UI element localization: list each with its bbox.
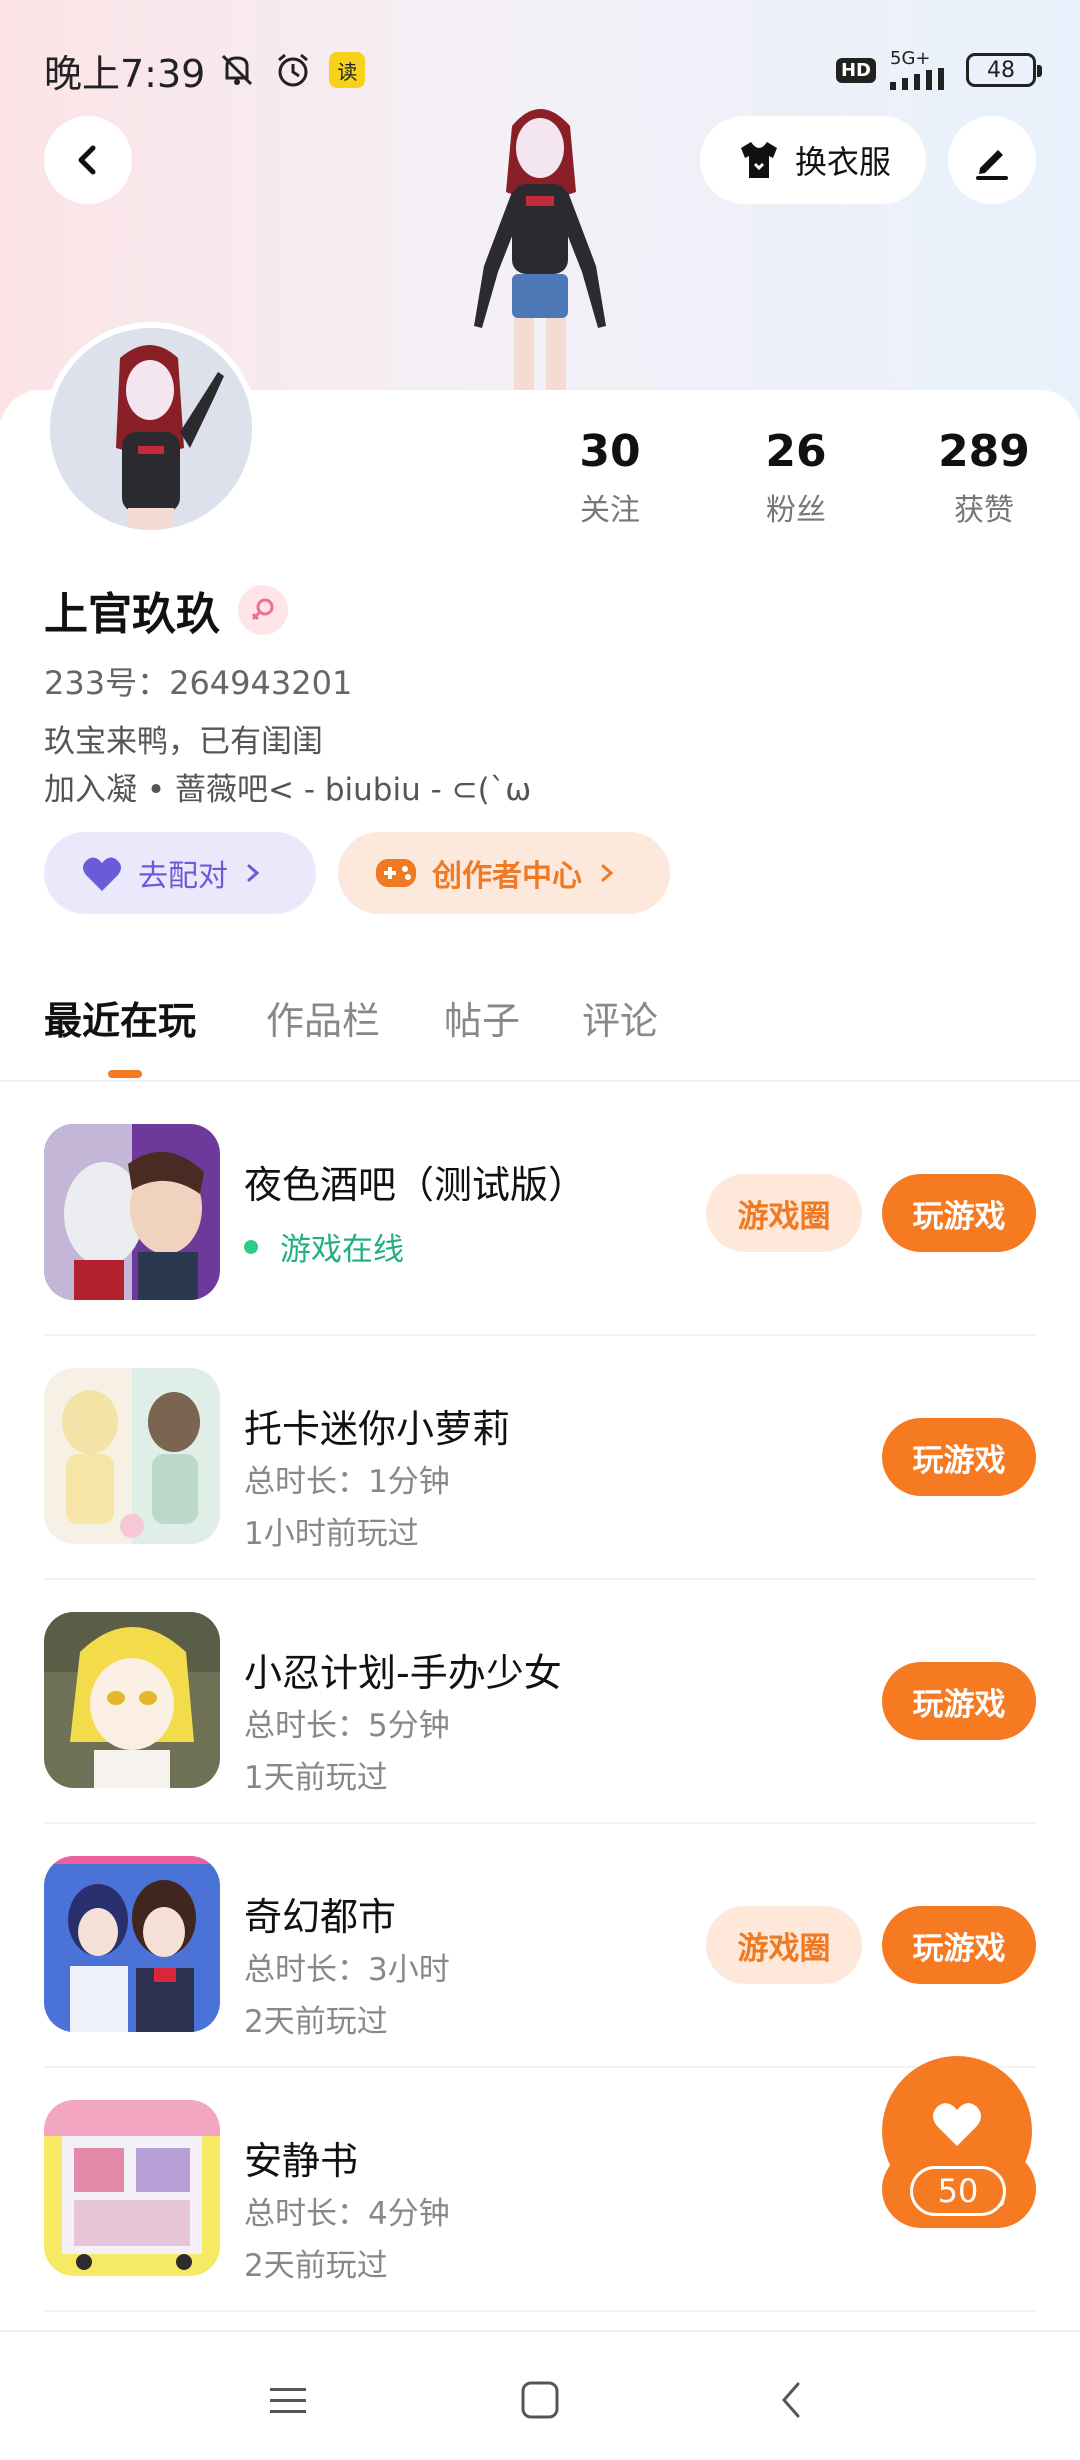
change-outfit-button[interactable]: 换衣服 <box>700 116 926 204</box>
username-row: 上官玖玖 <box>44 578 288 642</box>
system-back-button[interactable] <box>762 2370 822 2430</box>
tab-posts[interactable]: 帖子 <box>444 990 520 1045</box>
stat-followers[interactable]: 26 粉丝 <box>726 426 866 529</box>
game-last-played: 2天前玩过 <box>244 2248 388 2284</box>
change-outfit-label: 换衣服 <box>794 143 891 181</box>
row-divider <box>44 2310 1036 2312</box>
online-status: 游戏在线 <box>244 1224 404 1269</box>
like-count: 50 <box>910 2166 1006 2216</box>
profile-tabs: 最近在玩 作品栏 帖子 评论 <box>0 990 1080 1078</box>
list-item[interactable]: 夜色酒吧（测试版） 游戏在线 游戏圈 玩游戏 <box>0 1092 1080 1336</box>
status-time: 晚上7:39 <box>44 51 206 96</box>
stat-likes-count: 289 <box>938 426 1030 477</box>
hd-badge: HD <box>835 57 876 83</box>
chevron-left-icon <box>78 145 96 175</box>
avatar[interactable] <box>44 322 258 536</box>
game-circle-button[interactable]: 游戏圈 <box>706 1906 862 1984</box>
chevron-right-icon <box>247 864 260 882</box>
system-navigation-bar <box>0 2330 1080 2460</box>
female-gender-icon <box>238 585 288 635</box>
battery-indicator: 48 <box>966 53 1042 87</box>
play-game-button[interactable]: 玩游戏 <box>882 1174 1036 1252</box>
username: 上官玖玖 <box>44 589 220 640</box>
active-tab-indicator <box>108 1070 142 1078</box>
tab-recently-played[interactable]: 最近在玩 <box>44 990 196 1045</box>
creator-center-button[interactable]: 创作者中心 <box>338 832 670 914</box>
stat-following[interactable]: 30 关注 <box>540 426 680 529</box>
mute-icon <box>222 54 253 86</box>
bio-line-2: 加入凝 • 蔷薇吧< - biubiu - ⊂(`ω <box>44 772 532 808</box>
stat-following-label: 关注 <box>580 493 640 528</box>
match-button-label: 去配对 <box>138 859 228 894</box>
battery-level: 48 <box>987 57 1015 83</box>
game-last-played: 1小时前玩过 <box>244 1516 419 1552</box>
match-button[interactable]: 去配对 <box>44 832 316 914</box>
network-type: 5G+ <box>890 48 931 69</box>
game-thumbnail[interactable] <box>44 2100 220 2276</box>
tabs-divider <box>0 1080 1080 1082</box>
chevron-right-icon <box>601 864 614 882</box>
avatar-character-image <box>50 328 252 530</box>
stat-followers-label: 粉丝 <box>766 493 826 528</box>
tshirt-icon <box>740 142 777 178</box>
like-fab-button[interactable]: 50 <box>880 2056 1034 2234</box>
game-title: 安静书 <box>244 2139 359 2183</box>
list-item[interactable]: 托卡迷你小萝莉 总时长：1分钟 1小时前玩过 玩游戏 <box>0 1336 1080 1580</box>
game-title: 夜色酒吧（测试版） <box>244 1163 587 1207</box>
alarm-icon <box>278 53 309 87</box>
online-status-label: 游戏在线 <box>280 1232 404 1268</box>
game-title: 托卡迷你小萝莉 <box>244 1407 511 1451</box>
hero-character-avatar <box>474 109 606 394</box>
game-thumbnail[interactable] <box>44 1124 220 1300</box>
stat-likes[interactable]: 289 获赞 <box>914 426 1054 529</box>
play-game-button[interactable]: 玩游戏 <box>882 1662 1036 1740</box>
game-title: 奇幻都市 <box>244 1895 397 1939</box>
play-game-button[interactable]: 玩游戏 <box>882 1418 1036 1496</box>
play-game-button[interactable]: 玩游戏 <box>882 1906 1036 1984</box>
online-dot-icon <box>244 1239 258 1254</box>
list-item[interactable]: 奇幻都市 总时长：3小时 2天前玩过 游戏圈 玩游戏 <box>0 1824 1080 2068</box>
menu-icon <box>270 2388 306 2413</box>
game-playtime: 总时长：1分钟 <box>244 1464 450 1500</box>
game-thumbnail[interactable] <box>44 1856 220 2032</box>
game-last-played: 1天前玩过 <box>244 1760 388 1796</box>
edit-profile-button[interactable] <box>948 116 1036 204</box>
stat-likes-label: 获赞 <box>954 493 1014 528</box>
stat-followers-count: 26 <box>765 426 827 477</box>
signal-icon <box>890 68 944 90</box>
read-app-icon: 读 <box>329 52 366 88</box>
bio: 玖宝来鸭，已有闺闺 加入凝 • 蔷薇吧< - biubiu - ⊂(`ω <box>44 718 531 814</box>
stat-following-count: 30 <box>579 426 641 477</box>
heart-icon <box>933 2103 981 2146</box>
pencil-icon <box>976 150 1008 180</box>
list-item[interactable]: 小忍计划-手办少女 总时长：5分钟 1天前玩过 玩游戏 <box>0 1580 1080 1824</box>
game-circle-button[interactable]: 游戏圈 <box>706 1174 862 1252</box>
creator-center-label: 创作者中心 <box>432 859 582 894</box>
game-playtime: 总时长：4分钟 <box>244 2196 450 2232</box>
game-title: 小忍计划-手办少女 <box>244 1651 562 1695</box>
profile-stats: 30 关注 26 粉丝 289 获赞 <box>540 426 1040 536</box>
game-thumbnail[interactable] <box>44 1368 220 1544</box>
menu-button[interactable] <box>258 2370 318 2430</box>
user-id[interactable]: 233号：264943201 <box>44 658 352 704</box>
home-button[interactable] <box>510 2370 570 2430</box>
game-playtime: 总时长：3小时 <box>244 1952 450 1988</box>
tab-comments[interactable]: 评论 <box>582 990 658 1045</box>
gamepad-icon <box>376 859 416 887</box>
chevron-left-icon <box>782 2382 800 2418</box>
game-last-played: 2天前玩过 <box>244 2004 388 2040</box>
heart-icon <box>83 857 121 891</box>
home-square-icon <box>521 2381 559 2419</box>
game-thumbnail[interactable] <box>44 1612 220 1788</box>
bio-line-1: 玖宝来鸭，已有闺闺 <box>44 724 323 760</box>
back-button[interactable] <box>44 116 132 204</box>
tab-works[interactable]: 作品栏 <box>266 990 380 1045</box>
game-playtime: 总时长：5分钟 <box>244 1708 450 1744</box>
